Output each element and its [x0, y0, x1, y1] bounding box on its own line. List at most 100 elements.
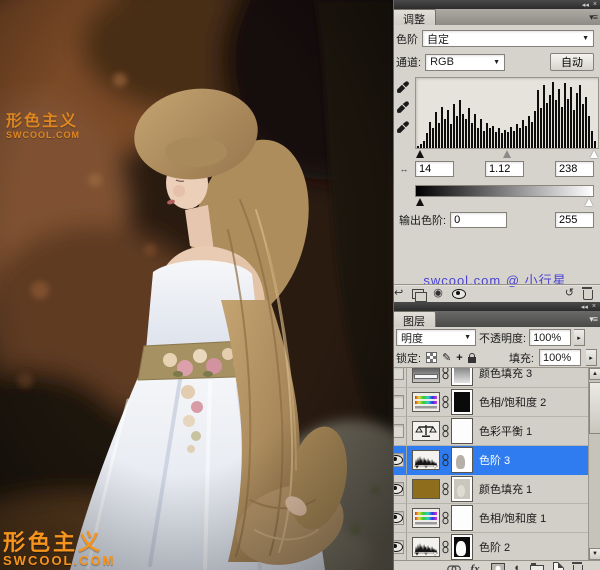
- output-shadow-slider[interactable]: [416, 198, 424, 206]
- clip-to-layer-icon[interactable]: ◉: [433, 288, 443, 299]
- layer-visibility-toggle[interactable]: [394, 388, 407, 416]
- delete-layer-icon[interactable]: [573, 565, 583, 570]
- layer-visibility-toggle[interactable]: [394, 367, 407, 387]
- mask-link-icon[interactable]: [441, 424, 450, 438]
- return-to-adjustment-list-icon[interactable]: ↩: [394, 288, 403, 299]
- layer-thumbnail[interactable]: [412, 479, 440, 499]
- lock-pixels-brush-icon[interactable]: ✎: [442, 351, 451, 364]
- preset-dropdown[interactable]: 自定 ▼: [422, 30, 594, 47]
- layer-mask-thumbnail[interactable]: [451, 534, 473, 560]
- highlight-input-field[interactable]: [555, 161, 594, 177]
- midtone-input-slider[interactable]: [503, 150, 511, 158]
- output-shadow-field[interactable]: [450, 212, 507, 228]
- layer-thumbnail[interactable]: [412, 450, 440, 470]
- layer-visibility-toggle[interactable]: [394, 417, 407, 445]
- opacity-spinner[interactable]: ▸: [574, 329, 585, 346]
- layer-style-icon[interactable]: fx.: [470, 563, 482, 570]
- eyedropper-tools: [396, 77, 412, 159]
- layer-row[interactable]: 色阶 3: [394, 446, 588, 475]
- panel-menu-icon[interactable]: ▾≡: [589, 314, 597, 325]
- layers-scrollbar[interactable]: ▲ ▼: [588, 368, 600, 560]
- visibility-well[interactable]: [394, 453, 404, 467]
- layer-visibility-toggle[interactable]: [394, 446, 407, 474]
- layer-row[interactable]: 色相/饱和度 1: [394, 504, 588, 533]
- add-layer-mask-icon[interactable]: [491, 563, 505, 570]
- gray-point-eyedropper-icon[interactable]: [396, 101, 409, 114]
- layer-thumbnail[interactable]: [412, 537, 440, 557]
- layer-thumbnail[interactable]: [412, 421, 440, 441]
- mask-link-icon[interactable]: [441, 511, 450, 525]
- collapse-panel-icon[interactable]: ◂◂: [582, 1, 589, 9]
- highlight-input-slider[interactable]: [590, 150, 598, 158]
- new-group-icon[interactable]: [530, 565, 544, 570]
- layer-visibility-toggle[interactable]: [394, 475, 407, 503]
- fill-spinner[interactable]: ▸: [586, 349, 597, 366]
- layers-footer-bar: fx. ◐: [394, 560, 600, 570]
- layer-visibility-toggle[interactable]: [394, 533, 407, 560]
- scroll-up-arrow[interactable]: ▲: [589, 368, 600, 380]
- black-point-eyedropper-icon[interactable]: [396, 81, 409, 94]
- new-layer-icon[interactable]: [553, 562, 564, 570]
- visibility-well[interactable]: [394, 511, 404, 525]
- targeted-adjustment-tool-icon[interactable]: ↔: [396, 161, 412, 177]
- blend-mode-dropdown[interactable]: 明度 ▼: [396, 329, 476, 346]
- lock-transparency-icon[interactable]: [426, 352, 437, 363]
- mask-link-icon[interactable]: [441, 482, 450, 496]
- layer-row[interactable]: 颜色填充 3: [394, 367, 588, 388]
- blend-mode-value: 明度: [401, 330, 423, 346]
- layer-mask-thumbnail[interactable]: [451, 389, 473, 415]
- eye-icon: [394, 513, 403, 523]
- close-panel-icon[interactable]: ×: [592, 303, 596, 310]
- scrollbar-thumb[interactable]: [589, 382, 600, 434]
- scroll-down-arrow[interactable]: ▼: [589, 548, 600, 560]
- layer-row[interactable]: 色相/饱和度 2: [394, 388, 588, 417]
- collapse-panel-icon[interactable]: ◂◂: [581, 303, 588, 311]
- layer-mask-thumbnail[interactable]: [451, 476, 473, 502]
- layer-thumbnail[interactable]: [412, 392, 440, 412]
- mask-link-icon[interactable]: [441, 453, 450, 467]
- visibility-well[interactable]: [394, 367, 404, 380]
- lock-position-icon[interactable]: +: [456, 352, 462, 364]
- delete-adjustment-icon[interactable]: [583, 290, 593, 300]
- layer-row[interactable]: 颜色填充 1: [394, 475, 588, 504]
- lock-all-icon[interactable]: [468, 357, 476, 363]
- mask-link-icon[interactable]: [441, 367, 450, 380]
- tab-layers[interactable]: 图层: [394, 311, 436, 327]
- shadow-input-slider[interactable]: [416, 150, 424, 158]
- gamma-input-field[interactable]: [485, 161, 524, 177]
- auto-button[interactable]: 自动: [550, 53, 594, 71]
- layer-row[interactable]: 色阶 2: [394, 533, 588, 560]
- layer-mask-thumbnail[interactable]: [451, 447, 473, 473]
- layer-name: 色相/饱和度 1: [479, 510, 546, 526]
- layer-mask-thumbnail[interactable]: [451, 418, 473, 444]
- layer-mask-thumbnail[interactable]: [451, 367, 473, 386]
- fill-field[interactable]: 100%: [539, 349, 581, 366]
- reset-adjustment-icon[interactable]: ↺: [565, 288, 574, 299]
- layer-row[interactable]: 色彩平衡 1: [394, 417, 588, 446]
- mask-link-icon[interactable]: [441, 540, 450, 554]
- output-highlight-slider[interactable]: [585, 198, 593, 206]
- panel-menu-icon[interactable]: ▾≡: [589, 12, 597, 23]
- mask-link-icon[interactable]: [441, 395, 450, 409]
- shadow-input-field[interactable]: [415, 161, 454, 177]
- tab-adjustments[interactable]: 调整: [394, 9, 436, 25]
- opacity-field[interactable]: 100%: [529, 329, 571, 346]
- new-adjustment-layer-icon[interactable]: ◐: [514, 563, 521, 570]
- visibility-well[interactable]: [394, 540, 404, 554]
- toggle-visibility-eye-icon[interactable]: [452, 289, 466, 299]
- layer-thumbnail[interactable]: [412, 367, 440, 383]
- layer-visibility-toggle[interactable]: [394, 504, 407, 532]
- visibility-well[interactable]: [394, 482, 404, 496]
- output-highlight-field[interactable]: [555, 212, 594, 228]
- channel-dropdown[interactable]: RGB ▼: [425, 54, 505, 71]
- visibility-well[interactable]: [394, 395, 404, 409]
- link-layers-icon[interactable]: [447, 565, 461, 570]
- white-point-eyedropper-icon[interactable]: [396, 121, 409, 134]
- expanded-view-icon[interactable]: [412, 289, 424, 299]
- layer-name: 色相/饱和度 2: [479, 394, 546, 410]
- close-panel-icon[interactable]: ×: [593, 1, 597, 8]
- portrait-photo: [0, 0, 393, 570]
- visibility-well[interactable]: [394, 424, 404, 438]
- layer-thumbnail[interactable]: [412, 508, 440, 528]
- layer-mask-thumbnail[interactable]: [451, 505, 473, 531]
